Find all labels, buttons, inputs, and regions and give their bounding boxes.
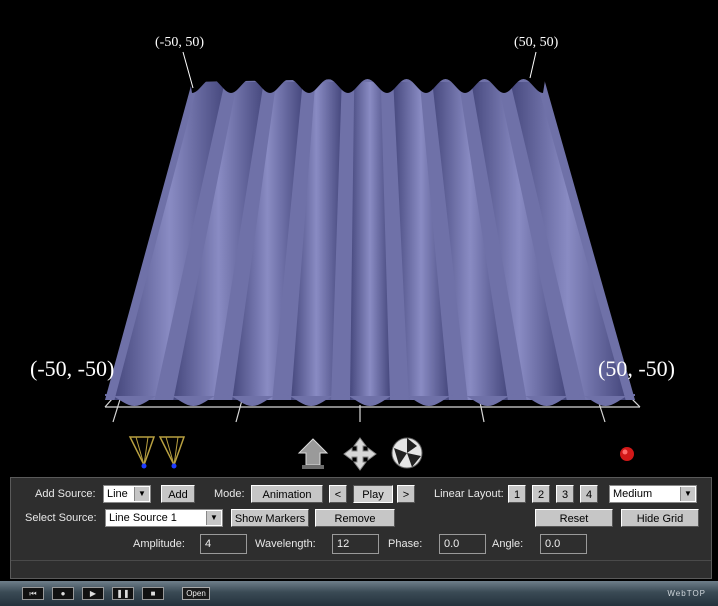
corner-label-top-left: (-50, 50) bbox=[155, 35, 204, 50]
quality-select[interactable]: Medium ▼ bbox=[609, 485, 697, 503]
3d-viewport[interactable]: (-50, 50) (50, 50) (-50, -50) (50, -50) bbox=[0, 0, 718, 475]
pan-arrows-icon[interactable] bbox=[343, 437, 377, 471]
wavelength-field[interactable]: 12 bbox=[332, 534, 379, 554]
layout-button-1[interactable]: 1 bbox=[508, 485, 526, 503]
select-source-label: Select Source: bbox=[25, 512, 97, 524]
layout-button-3[interactable]: 3 bbox=[556, 485, 574, 503]
quality-value: Medium bbox=[613, 488, 653, 500]
add-source-label: Add Source: bbox=[35, 488, 96, 500]
corner-label-bottom-right: (50, -50) bbox=[598, 356, 675, 381]
reset-button[interactable]: Reset bbox=[535, 509, 613, 527]
source-marker-icon bbox=[158, 436, 186, 469]
next-frame-button[interactable]: > bbox=[397, 485, 415, 503]
webtop-logo: WebTOP bbox=[667, 589, 706, 598]
wavelength-label: Wavelength: bbox=[255, 538, 316, 550]
rotate-ball-icon[interactable] bbox=[390, 436, 424, 470]
status-indicator-icon bbox=[620, 447, 634, 461]
mode-label: Mode: bbox=[214, 488, 245, 500]
phase-field[interactable]: 0.0 bbox=[439, 534, 486, 554]
amplitude-field[interactable]: 4 bbox=[200, 534, 247, 554]
chevron-down-icon: ▼ bbox=[206, 511, 221, 525]
corner-label-bottom-left: (-50, -50) bbox=[30, 356, 115, 381]
wave-surface-canvas[interactable] bbox=[0, 0, 718, 475]
remove-button[interactable]: Remove bbox=[315, 509, 395, 527]
control-panel: Add Source: Line ▼ Add Mode: Animation <… bbox=[0, 475, 718, 581]
open-button[interactable]: Open bbox=[182, 587, 210, 600]
amplitude-label: Amplitude: bbox=[133, 538, 185, 550]
mode-button[interactable]: Animation bbox=[251, 485, 323, 503]
divider bbox=[11, 560, 711, 561]
angle-field[interactable]: 0.0 bbox=[540, 534, 587, 554]
corner-label-top-right: (50, 50) bbox=[514, 35, 559, 50]
chevron-down-icon: ▼ bbox=[680, 487, 695, 501]
angle-label: Angle: bbox=[492, 538, 524, 550]
source-marker-icons bbox=[128, 436, 186, 469]
prev-frame-button[interactable]: < bbox=[329, 485, 347, 503]
select-source-dropdown[interactable]: Line Source 1 ▼ bbox=[105, 509, 223, 527]
layout-button-2[interactable]: 2 bbox=[532, 485, 550, 503]
source-type-value: Line bbox=[107, 488, 128, 500]
player-toolbar: ⏮ ● ▶ ❚❚ ■ Open WebTOP bbox=[0, 581, 718, 606]
navigate-up-icon[interactable] bbox=[296, 437, 330, 471]
hide-grid-button[interactable]: Hide Grid bbox=[621, 509, 699, 527]
source-marker-icon bbox=[128, 436, 156, 469]
show-markers-button[interactable]: Show Markers bbox=[231, 509, 309, 527]
selected-source-value: Line Source 1 bbox=[109, 512, 177, 524]
stop-icon[interactable]: ■ bbox=[142, 587, 164, 600]
phase-label: Phase: bbox=[388, 538, 423, 550]
chevron-down-icon: ▼ bbox=[134, 487, 149, 501]
play-button[interactable]: Play bbox=[353, 485, 393, 503]
layout-button-4[interactable]: 4 bbox=[580, 485, 598, 503]
record-icon[interactable]: ● bbox=[52, 587, 74, 600]
linear-layout-label: Linear Layout: bbox=[434, 488, 504, 500]
source-type-select[interactable]: Line ▼ bbox=[103, 485, 151, 503]
rewind-icon[interactable]: ⏮ bbox=[22, 587, 44, 600]
add-button[interactable]: Add bbox=[161, 485, 195, 503]
pause-icon[interactable]: ❚❚ bbox=[112, 587, 134, 600]
play-icon[interactable]: ▶ bbox=[82, 587, 104, 600]
